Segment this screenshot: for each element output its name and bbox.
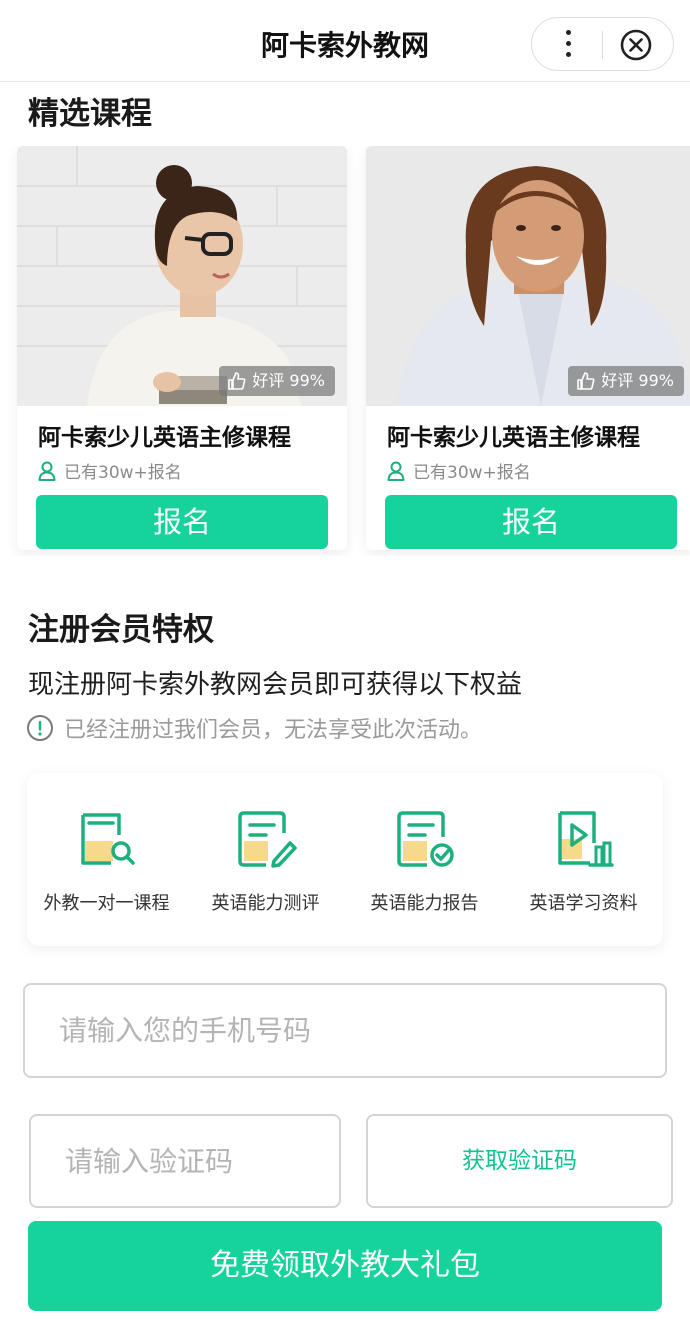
- benefit-label: 外教一对一课程: [43, 893, 170, 914]
- enrolled-count: 已有30w+报名: [413, 463, 531, 483]
- benefit-item[interactable]: 英语学习资料: [504, 807, 663, 915]
- close-icon[interactable]: [620, 29, 652, 61]
- capsule-divider: [602, 31, 603, 59]
- menu-capsule: [531, 17, 674, 71]
- report-check-icon: [396, 811, 454, 867]
- course-card[interactable]: 好评 99% 阿卡索少儿英语主修课程 已有30w+报名 报名: [366, 146, 690, 550]
- teacher-photo: 好评 99%: [17, 146, 347, 406]
- thumbs-up-icon: [228, 372, 246, 390]
- assessment-edit-icon: [237, 811, 297, 868]
- member-description: 现注册阿卡索外教网会员即可获得以下权益: [28, 670, 523, 700]
- rating-badge: 好评 99%: [219, 366, 335, 396]
- notice-text: 已经注册过我们会员，无法享受此次活动。: [64, 718, 483, 743]
- featured-heading: 精选课程: [28, 96, 152, 132]
- benefits-panel: 外教一对一课程 英语能力测评 英语能力报告 英语学习资料: [27, 773, 663, 946]
- benefit-item[interactable]: 英语能力测评: [186, 807, 345, 915]
- page: 阿卡索外教网 精选课程 好评 99% 阿卡索少儿英语主修课程 已有30w+报名 …: [0, 0, 690, 1342]
- verification-code-input[interactable]: [29, 1114, 341, 1208]
- member-notice: 已经注册过我们会员，无法享受此次活动。: [26, 712, 482, 744]
- signup-button[interactable]: 报名: [385, 495, 677, 549]
- video-materials-icon: [557, 811, 614, 867]
- claim-gift-button[interactable]: 免费领取外教大礼包: [28, 1221, 662, 1311]
- enrollment-info: 已有30w+报名: [38, 458, 182, 483]
- user-icon: [38, 461, 56, 481]
- enrolled-count: 已有30w+报名: [64, 463, 182, 483]
- enrollment-info: 已有30w+报名: [387, 458, 531, 483]
- benefit-label: 英语学习资料: [529, 893, 638, 914]
- member-heading: 注册会员特权: [28, 612, 214, 648]
- rating-text: 好评 99%: [601, 371, 674, 390]
- course-card[interactable]: 好评 99% 阿卡索少儿英语主修课程 已有30w+报名 报名: [17, 146, 347, 550]
- teacher-photo: 好评 99%: [366, 146, 690, 406]
- thumbs-up-icon: [577, 372, 595, 390]
- get-code-button[interactable]: 获取验证码: [366, 1114, 673, 1208]
- signup-button[interactable]: 报名: [36, 495, 328, 549]
- course-name: 阿卡索少儿英语主修课程: [387, 425, 640, 451]
- user-icon: [387, 461, 405, 481]
- mini-program-header: 阿卡索外教网: [0, 0, 690, 82]
- rating-text: 好评 99%: [252, 371, 325, 390]
- course-name: 阿卡索少儿英语主修课程: [38, 425, 291, 451]
- benefit-label: 英语能力测评: [211, 893, 320, 914]
- benefit-label: 英语能力报告: [370, 893, 479, 914]
- more-icon[interactable]: [554, 28, 584, 60]
- rating-badge: 好评 99%: [568, 366, 684, 396]
- phone-input[interactable]: [23, 983, 667, 1078]
- exclamation-circle-icon: [27, 715, 53, 741]
- benefit-item[interactable]: 英语能力报告: [345, 807, 504, 915]
- lesson-search-icon: [80, 813, 135, 865]
- course-carousel[interactable]: 好评 99% 阿卡索少儿英语主修课程 已有30w+报名 报名 好评 99% 阿卡…: [0, 146, 690, 556]
- benefit-item[interactable]: 外教一对一课程: [27, 807, 186, 915]
